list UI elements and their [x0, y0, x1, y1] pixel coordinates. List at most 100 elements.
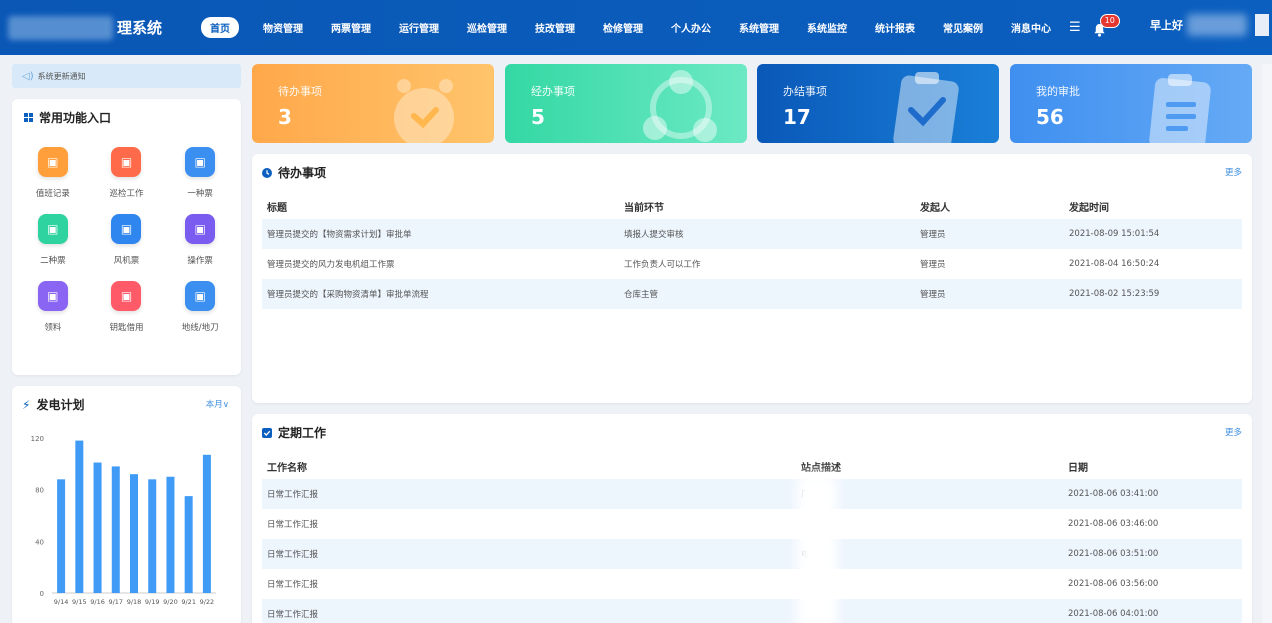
cell-time: 2021-08-04 16:50:24 — [1069, 259, 1160, 269]
quick-item[interactable]: ▣ 巡检工作 — [91, 147, 161, 199]
x-tick-label: 9/14 — [54, 598, 69, 606]
nav-system-monitor[interactable]: 系统监控 — [807, 20, 847, 35]
nav-renovation[interactable]: 技改管理 — [535, 20, 575, 35]
clock-icon — [262, 167, 272, 178]
blurred-logo — [8, 15, 113, 40]
table-row[interactable]: 日常工作汇报 电 2021-08-06 03:51:00 — [262, 539, 1242, 569]
cell-work-name: 日常工作汇报 — [267, 580, 319, 590]
nav-cases[interactable]: 常见案例 — [943, 20, 983, 35]
todo-table: 标题 当前环节 发起人 发起时间 管理员提交的【物资需求计划】审批单 填报人提交… — [262, 193, 1242, 309]
bar[interactable] — [111, 466, 120, 593]
network-nodes-icon — [643, 70, 717, 142]
quick-item[interactable]: ▣ 操作票 — [165, 214, 235, 266]
bar[interactable] — [57, 479, 66, 593]
stat-label: 待办事项 — [278, 85, 322, 98]
y-tick-label: 80 — [35, 487, 44, 495]
cell-stage: 仓库主管 — [624, 290, 659, 300]
table-row[interactable]: 日常工作汇报 2021-08-06 04:01:00 — [262, 599, 1242, 623]
column-header: 标题 — [267, 202, 287, 214]
bar[interactable] — [130, 474, 138, 593]
nav-maintenance[interactable]: 检修管理 — [603, 20, 643, 35]
bar[interactable] — [75, 440, 84, 593]
quick-item[interactable]: ▣ 钥匙借用 — [91, 281, 161, 333]
nav-materials[interactable]: 物资管理 — [263, 20, 303, 35]
column-header: 当前环节 — [624, 202, 664, 214]
periodic-work-table: 工作名称 站点描述 日期 日常工作汇报 厂 2021-08-06 03:41:0… — [262, 453, 1242, 623]
table-row[interactable]: 管理员提交的【采购物资清单】审批单流程 仓库主管 管理员 2021-08-02 … — [262, 279, 1242, 309]
cell-time: 2021-08-02 15:23:59 — [1069, 289, 1160, 299]
todo-title: 待办事项 — [278, 166, 327, 180]
x-tick-label: 9/19 — [145, 598, 160, 606]
nav-system-admin[interactable]: 系统管理 — [739, 20, 779, 35]
table-row[interactable]: 管理员提交的【物资需求计划】审批单 填报人提交审核 管理员 2021-08-09… — [262, 219, 1242, 249]
quick-item-label: 钥匙借用 — [109, 323, 144, 333]
inspection-icon: ▣ — [111, 147, 142, 177]
todo-header: 待办事项 — [262, 164, 326, 181]
cell-date: 2021-08-06 03:41:00 — [1068, 489, 1159, 499]
quick-access-card: 常用功能入口 ▣ 值班记录 ▣ 巡检工作 ▣ 一种票 ▣ 二种票 ▣ 风机票 ▣ 操作票 ▣ 领料 ▣ 钥匙借… — [12, 99, 241, 375]
nav-tickets[interactable]: 两票管理 — [331, 20, 371, 35]
brand[interactable]: 理系统 — [0, 0, 195, 55]
bar[interactable] — [202, 454, 211, 593]
quick-item[interactable]: ▣ 二种票 — [18, 214, 88, 266]
nav-messages[interactable]: 消息中心 — [1011, 20, 1051, 35]
column-header: 日期 — [1068, 462, 1088, 474]
bar[interactable] — [93, 462, 102, 593]
stat-label: 经办事项 — [531, 85, 575, 98]
nav-home[interactable]: 首页 — [201, 17, 239, 38]
clipboard-check-icon — [893, 72, 959, 143]
quick-access-header: 常用功能入口 — [24, 109, 111, 126]
redaction-blur — [797, 474, 837, 623]
quick-item[interactable]: ▣ 风机票 — [91, 214, 161, 266]
material-icon: ▣ — [37, 281, 68, 311]
cell-initiator: 管理员 — [920, 290, 946, 300]
app-title: 理系统 — [117, 19, 163, 37]
notification-bell-icon[interactable]: 10 — [1093, 13, 1120, 38]
stat-value: 3 — [278, 105, 292, 129]
notification-count-badge: 10 — [1099, 13, 1120, 28]
quick-item[interactable]: ▣ 一种票 — [165, 147, 235, 199]
stat-card-my-approvals[interactable]: 我的审批 56 — [1010, 64, 1252, 143]
stat-card-todo[interactable]: 待办事项 3 — [252, 64, 494, 143]
periodic-more-link[interactable]: 更多 — [1225, 426, 1242, 438]
todo-more-link[interactable]: 更多 — [1225, 166, 1242, 178]
column-header: 站点描述 — [801, 462, 841, 474]
column-header: 发起人 — [920, 202, 950, 214]
cell-work-name: 日常工作汇报 — [267, 610, 319, 620]
bar[interactable] — [184, 496, 193, 593]
fan-ticket-icon: ▣ — [111, 214, 142, 244]
table-row[interactable]: 日常工作汇报 厂 2021-08-06 03:41:00 — [262, 479, 1242, 509]
nav-inspection[interactable]: 巡检管理 — [467, 20, 507, 35]
periodic-work-title: 定期工作 — [278, 426, 327, 440]
quick-item[interactable]: ▣ 领料 — [18, 281, 88, 333]
system-notice-bar[interactable]: ◁) 系统更新通知 — [12, 64, 241, 88]
nav-operation[interactable]: 运行管理 — [399, 20, 439, 35]
table-row[interactable]: 日常工作汇报 2021-08-06 03:46:00 — [262, 509, 1242, 539]
table-row[interactable]: 日常工作汇报 2021-08-06 03:56:00 — [262, 569, 1242, 599]
table-header: 标题 当前环节 发起人 发起时间 — [262, 193, 1242, 219]
table-row[interactable]: 管理员提交的风力发电机组工作票 工作负责人可以工作 管理员 2021-08-04… — [262, 249, 1242, 279]
stat-value: 56 — [1036, 105, 1064, 129]
bar[interactable] — [166, 476, 175, 593]
bar[interactable] — [148, 479, 157, 593]
document-list-icon — [1149, 74, 1211, 143]
stat-label: 我的审批 — [1036, 85, 1080, 98]
quick-item-label: 领料 — [44, 323, 62, 333]
user-menu[interactable]: 早上好 — [1150, 14, 1269, 36]
quick-item-label: 操作票 — [187, 256, 213, 266]
column-header: 发起时间 — [1069, 202, 1109, 214]
quick-item[interactable]: ▣ 值班记录 — [18, 147, 88, 199]
quick-access-title: 常用功能入口 — [39, 111, 112, 125]
hamburger-menu-icon[interactable]: ☰ — [1069, 20, 1081, 35]
nav-personal-office[interactable]: 个人办公 — [671, 20, 711, 35]
stat-card-completed[interactable]: 办结事项 17 — [757, 64, 999, 143]
cell-date: 2021-08-06 04:01:00 — [1068, 609, 1159, 619]
periodic-work-card: 定期工作 更多 工作名称 站点描述 日期 日常工作汇报 厂 2021-08-06… — [252, 414, 1252, 623]
quick-item[interactable]: ▣ 地线/地刀 — [165, 281, 235, 333]
nav-reports[interactable]: 统计报表 — [875, 20, 915, 35]
notice-text: 系统更新通知 — [37, 71, 86, 81]
quick-item-label: 一种票 — [187, 189, 213, 199]
cell-date: 2021-08-06 03:51:00 — [1068, 549, 1159, 559]
stat-card-handled[interactable]: 经办事项 5 — [505, 64, 747, 143]
generation-plan-card: ⚡ 发电计划 本月∨ 0 40 80 120 9/14 9/15 9/16 9/17 9/18 9… — [12, 386, 241, 623]
